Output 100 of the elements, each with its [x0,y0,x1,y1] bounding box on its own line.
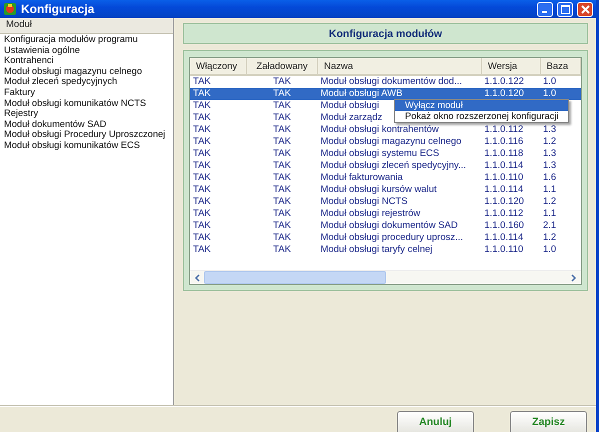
table-cell[interactable]: TAK [246,208,318,220]
table-cell[interactable]: 1.1 [540,184,580,196]
table-cell[interactable]: 1.1 [540,208,580,220]
horizontal-scrollbar[interactable] [190,270,581,284]
table-cell[interactable]: Moduł obsługi kontrahentów [317,124,482,136]
sidebar-item[interactable]: Moduł obsługi Procedury Uproszczonej [0,129,173,140]
table-cell[interactable]: Moduł obsługi dokumentów dod... [317,75,482,88]
panel-title: Konfiguracja modułów [183,23,588,44]
table-cell[interactable]: TAK [190,75,247,88]
cancel-button[interactable]: Anuluj [397,411,474,432]
table-cell[interactable]: 1.1.0.112 [481,124,540,136]
table-cell[interactable]: 2.1 [540,220,580,232]
maximize-icon [560,4,570,14]
table-cell[interactable]: 1.1.0.122 [481,75,540,88]
table-cell[interactable]: 1.2 [540,232,580,244]
table-cell[interactable]: TAK [190,172,247,184]
sidebar-item[interactable]: Ustawienia ogólne [0,44,173,56]
table-cell[interactable]: TAK [246,100,318,112]
minimize-button[interactable] [537,2,553,16]
menu-item[interactable]: Wyłącz moduł [395,100,568,111]
save-button[interactable]: Zapisz [510,411,587,432]
column-header[interactable]: Włączony [190,58,247,75]
table-cell[interactable]: TAK [246,172,318,184]
table-cell[interactable]: Moduł obsługi NCTS [317,196,482,208]
scrollbar-thumb[interactable] [204,271,386,284]
table-cell[interactable]: 1.1.0.114 [481,232,540,244]
table-cell[interactable]: Moduł obsługi AWB [317,88,482,100]
sidebar-item[interactable]: Konfiguracja modułów programu [0,34,173,45]
table-cell[interactable]: TAK [190,136,247,148]
sidebar-item[interactable]: Moduł obsługi magazynu celnego [0,66,173,76]
table-cell[interactable]: 1.1.0.110 [481,244,540,256]
table-cell[interactable]: TAK [246,220,318,232]
table-cell[interactable]: 1.1.0.110 [481,172,540,184]
table-cell[interactable]: Moduł obsługi taryfy celnej [317,244,482,256]
table-cell[interactable]: 1.1.0.120 [481,88,540,100]
close-icon [580,4,590,14]
table-cell[interactable]: Moduł obsługi magazynu celnego [317,136,482,148]
table-cell[interactable]: Moduł obsługi procedury uprosz... [317,232,482,244]
sidebar-item[interactable]: Moduł obsługi komunikatów NCTS [0,98,173,108]
close-button[interactable] [577,2,593,16]
table-cell[interactable]: 1.0 [540,244,580,256]
column-header[interactable]: Załadowany [246,58,318,75]
table-cell[interactable]: TAK [190,244,247,256]
table-cell[interactable]: 1.1.0.116 [481,136,540,148]
sidebar-item[interactable]: Kontrahenci [0,55,173,66]
table-cell[interactable]: 1.1.0.112 [481,208,540,220]
table-cell[interactable]: TAK [246,196,318,208]
table-cell[interactable]: Moduł fakturowania [317,172,482,184]
table-cell[interactable]: TAK [246,112,318,124]
table-cell[interactable]: Moduł obsługi rejestrów [317,208,482,220]
table-cell[interactable]: 1.2 [540,136,580,148]
table-cell[interactable]: Moduł obsługi kursów walut [317,184,482,196]
sidebar-item[interactable]: Moduł zleceń spedycyjnych [0,76,173,87]
table-cell[interactable]: TAK [190,196,247,208]
table-cell[interactable]: 1.1.0.118 [481,148,540,160]
sidebar-item[interactable]: Moduł obsługi komunikatów ECS [0,140,173,151]
table-cell[interactable]: TAK [190,100,247,112]
table-cell[interactable]: Moduł obsługi dokumentów SAD [317,220,482,232]
column-header[interactable]: Wersja [481,58,540,75]
table-cell[interactable]: TAK [246,232,318,244]
table-cell[interactable]: 1.0 [540,88,580,100]
table-cell[interactable]: TAK [246,88,318,100]
table-cell[interactable]: 1.3 [540,148,580,160]
table-cell[interactable]: TAK [190,208,247,220]
sidebar-item[interactable]: Faktury [0,86,173,98]
column-header[interactable]: Nazwa [317,58,482,75]
table-cell[interactable]: TAK [190,88,247,100]
table-cell[interactable]: 1.1.0.114 [481,160,540,172]
sidebar-item[interactable]: Moduł dokumentów SAD [0,118,173,130]
table-cell[interactable]: TAK [246,148,318,160]
table-cell[interactable]: TAK [246,184,318,196]
window-title: Konfiguracja [21,2,96,16]
table-cell[interactable]: 1.1.0.114 [481,184,540,196]
table-cell[interactable]: 1.1.0.160 [481,220,540,232]
table-cell[interactable]: 1.3 [540,160,580,172]
table-cell[interactable]: 1.6 [540,172,580,184]
table-cell[interactable]: TAK [246,75,318,88]
sidebar-item[interactable]: Rejestry [0,108,173,119]
table-cell[interactable]: TAK [190,112,247,124]
table-cell[interactable]: 1.1.0.120 [481,196,540,208]
column-header: Moduł [0,18,173,34]
table-cell[interactable]: TAK [246,124,318,136]
table-cell[interactable]: Moduł obsługi zleceń spedycyjny... [317,160,482,172]
table-cell[interactable]: TAK [190,160,247,172]
table-cell[interactable]: 1.2 [540,196,580,208]
table-cell[interactable]: TAK [246,136,318,148]
table-cell[interactable]: Moduł obsługi systemu ECS [317,148,482,160]
table-cell[interactable]: TAK [190,220,247,232]
table-cell[interactable]: TAK [246,244,318,256]
table-cell[interactable]: 1.3 [540,124,580,136]
table-cell[interactable]: TAK [190,148,247,160]
table-cell[interactable]: TAK [190,232,247,244]
maximize-button[interactable] [557,2,573,16]
app-icon [3,2,17,16]
table-cell[interactable]: TAK [246,160,318,172]
menu-item[interactable]: Pokaż okno rozszerzonej konfiguracji [395,111,568,122]
table-cell[interactable]: 1.0 [540,75,580,88]
table-cell[interactable]: TAK [190,124,247,136]
table-cell[interactable]: TAK [190,184,247,196]
column-header[interactable]: Baza [540,58,580,75]
